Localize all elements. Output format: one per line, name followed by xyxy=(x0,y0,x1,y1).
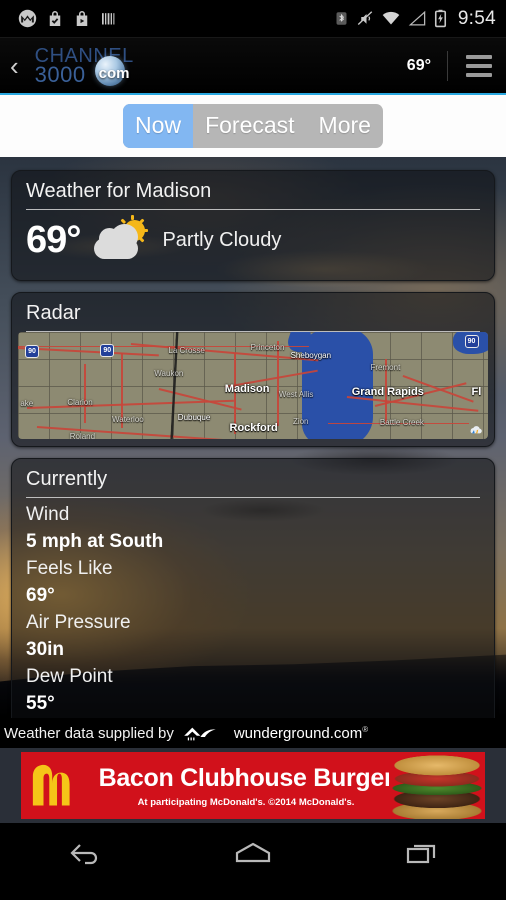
status-bar-notification-icons xyxy=(10,9,334,28)
detail-value: 5 mph at South xyxy=(26,530,164,552)
mcdonalds-ad-banner[interactable]: Bacon Clubhouse Burger At participating … xyxy=(21,752,485,819)
nav-recents-button[interactable] xyxy=(387,831,457,875)
currently-detail-list: Wind 5 mph at South Feels Like 69° Air P… xyxy=(12,498,494,718)
wunderground-logo-icon xyxy=(184,727,216,741)
currently-card[interactable]: Currently Wind 5 mph at South Feels Like… xyxy=(11,458,495,718)
battery-charging-icon xyxy=(434,9,446,28)
header-divider xyxy=(447,50,448,81)
currently-title: Currently xyxy=(26,468,108,490)
tab-bar-container: Now Forecast More xyxy=(0,95,506,157)
map-city-label: Clarion xyxy=(67,398,93,408)
map-city-label: ake xyxy=(20,399,34,409)
map-city-label: Battle Creek xyxy=(379,417,424,427)
status-bar-clock: 9:54 xyxy=(457,7,496,29)
ad-disclaimer: At participating McDonald's. ©2014 McDon… xyxy=(137,796,355,808)
nav-home-button[interactable] xyxy=(218,831,288,875)
nav-back-button[interactable] xyxy=(49,831,119,875)
weather-attribution-bar: Weather data supplied by wunderground.co… xyxy=(0,718,506,748)
radar-watermark-icon xyxy=(470,426,482,434)
map-city-label: Rockford xyxy=(229,421,278,434)
wifi-icon xyxy=(382,11,400,25)
map-city-label: La Crosse xyxy=(168,345,205,355)
map-city-label: Zion xyxy=(292,416,309,426)
map-city-label: Dubuque xyxy=(177,413,211,423)
recent-apps-icon xyxy=(406,844,435,864)
app-header-bar: ‹ CHANNEL 3000 com 69° xyxy=(0,38,506,95)
map-city-label: West Allis xyxy=(278,389,314,399)
card-divider xyxy=(26,209,480,210)
map-city-label: Fl xyxy=(471,385,482,398)
attribution-provider: wunderground.com® xyxy=(233,724,369,742)
registered-mark: ® xyxy=(362,724,369,734)
home-icon xyxy=(235,842,271,863)
detail-value: 30in xyxy=(26,638,65,660)
map-city-label: Fremont xyxy=(370,363,401,373)
detail-label: Dew Point xyxy=(26,665,113,687)
current-weather-row: 69° Partly Cloudy xyxy=(12,210,494,280)
tab-bar: Now Forecast More xyxy=(123,104,383,148)
radar-card[interactable]: Radar 90 90 90 La Crosse Princeton Shebo… xyxy=(11,292,495,447)
map-city-label: Waterloo xyxy=(112,415,144,425)
burger-product-image xyxy=(389,752,485,819)
map-city-label: Roland xyxy=(69,431,96,440)
play-store-icon xyxy=(76,11,88,26)
interstate-shield: 90 xyxy=(464,335,479,349)
android-navigation-bar xyxy=(0,823,506,883)
map-city-label: Grand Rapids xyxy=(351,385,424,398)
current-weather-title: Weather for Madison xyxy=(26,180,212,202)
advertisement-zone: Bacon Clubhouse Burger At participating … xyxy=(0,748,506,823)
hamburger-menu-icon[interactable] xyxy=(466,54,492,77)
brand-3000-text: 3000 xyxy=(34,61,86,87)
partly-cloudy-icon xyxy=(92,214,150,262)
android-status-bar: 9:54 xyxy=(0,0,506,38)
tab-more[interactable]: More xyxy=(307,104,383,148)
radar-map-image[interactable]: 90 90 90 La Crosse Princeton Sheboygan W… xyxy=(18,332,488,439)
map-city-label: Madison xyxy=(224,383,270,396)
current-temperature: 69° xyxy=(26,219,81,261)
ad-headline: Bacon Clubhouse Burger xyxy=(98,763,394,792)
motorola-icon xyxy=(18,9,37,28)
tab-now[interactable]: Now xyxy=(123,104,194,148)
map-city-label: Princeton xyxy=(250,342,285,352)
tab-forecast[interactable]: Forecast xyxy=(193,104,306,148)
detail-label: Feels Like xyxy=(26,557,113,579)
map-city-label: Waukon xyxy=(154,369,184,379)
channel3000-logo[interactable]: CHANNEL 3000 com xyxy=(25,43,175,89)
back-arrow-icon xyxy=(70,844,98,865)
bluetooth-icon xyxy=(336,12,347,25)
detail-label: Wind xyxy=(26,504,70,525)
map-city-label: Sheboygan xyxy=(290,351,332,361)
phone-screen: 9:54 ‹ CHANNEL 3000 com 69° Now Forecast… xyxy=(0,0,506,900)
current-condition-text: Partly Cloudy xyxy=(162,229,282,251)
weather-content-scroll[interactable]: Weather for Madison 69° Partly Cloudy Ra… xyxy=(0,157,506,718)
status-bar-system-icons: 9:54 xyxy=(334,8,496,30)
bag-check-icon xyxy=(49,11,61,26)
mcdonalds-golden-arches-icon xyxy=(32,765,70,806)
detail-value: 69° xyxy=(26,584,55,606)
header-temperature: 69° xyxy=(406,56,431,74)
interstate-shield: 90 xyxy=(25,344,40,358)
current-weather-card[interactable]: Weather for Madison 69° Partly Cloudy xyxy=(11,170,495,281)
vibrate-muted-icon xyxy=(357,11,373,25)
back-chevron-icon[interactable]: ‹ xyxy=(6,53,23,79)
interstate-shield: 90 xyxy=(100,343,115,357)
brand-com-text: com xyxy=(98,64,130,82)
radar-title: Radar xyxy=(26,302,81,324)
detail-label: Air Pressure xyxy=(26,611,131,633)
cell-signal-icon xyxy=(408,10,426,26)
barcode-icon xyxy=(102,13,115,25)
detail-value: 55° xyxy=(26,692,55,714)
card-divider xyxy=(26,497,480,498)
attribution-prefix: Weather data supplied by xyxy=(4,724,174,742)
